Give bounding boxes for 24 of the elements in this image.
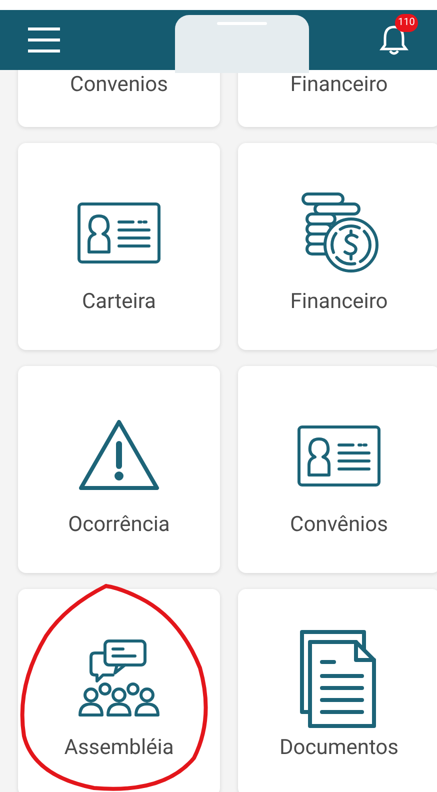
notification-badge: 110 [395, 14, 418, 32]
menu-icon[interactable] [26, 26, 62, 54]
documents-icon [300, 630, 378, 728]
menu-card[interactable]: Assembléia [18, 589, 220, 792]
card-label: Assembléia [64, 734, 174, 762]
card-label: Financeiro [290, 288, 388, 316]
id-card-icon [77, 202, 161, 264]
sheet-handle-tab[interactable] [175, 15, 309, 73]
menu-card[interactable]: Ocorrência [18, 366, 220, 573]
card-label: Convenios [70, 72, 168, 98]
id-card-icon [297, 425, 381, 487]
menu-card[interactable]: Convênios [238, 366, 437, 573]
menu-card[interactable]: Financeiro [238, 70, 437, 127]
meeting-icon [77, 639, 161, 719]
menu-card[interactable]: Convenios [18, 70, 220, 127]
card-label: Carteira [82, 288, 156, 316]
card-label: Documentos [280, 734, 398, 762]
card-label: Convênios [290, 512, 388, 538]
bell-icon[interactable] [379, 24, 409, 56]
menu-card[interactable]: Documentos [238, 589, 437, 792]
menu-card[interactable]: Financeiro [238, 143, 437, 350]
card-label: Ocorrência [68, 512, 170, 538]
menu-card[interactable]: Carteira [18, 143, 220, 350]
card-label: Financeiro [290, 72, 388, 98]
